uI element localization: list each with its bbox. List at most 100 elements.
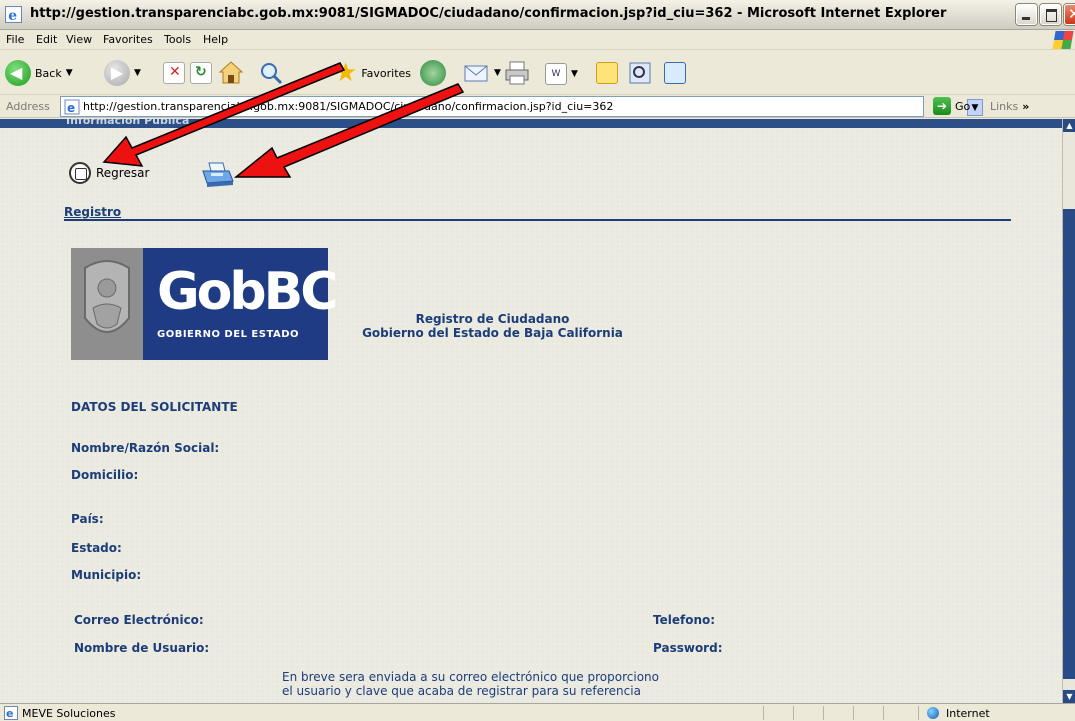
state-seal-icon bbox=[71, 248, 143, 360]
field-municipio: Municipio: bbox=[71, 568, 142, 582]
favorites-label: Favorites bbox=[361, 66, 412, 80]
edit-icon: W bbox=[545, 63, 567, 85]
page-content: Información Pública Regresar Registro Go… bbox=[0, 119, 1062, 703]
research-button[interactable] bbox=[627, 60, 653, 86]
toolbar: ◀ Back ▼ ▶ ▼ ✕ ↻ ★ Favorites ▼ W ▼ bbox=[0, 51, 1075, 95]
scroll-thumb[interactable] bbox=[1063, 209, 1075, 679]
back-button[interactable]: ◀ Back ▼ bbox=[5, 60, 73, 86]
favorites-button[interactable]: ★ Favorites bbox=[334, 60, 411, 86]
mail-button[interactable]: ▼ bbox=[464, 62, 501, 84]
status-divider bbox=[918, 706, 919, 720]
section-divider bbox=[64, 219, 1011, 221]
field-usuario: Nombre de Usuario: bbox=[74, 641, 210, 655]
printer-icon[interactable] bbox=[199, 161, 235, 189]
page-title: Registro de Ciudadano Gobierno del Estad… bbox=[360, 312, 625, 340]
minimize-button[interactable] bbox=[1016, 4, 1037, 25]
page-title-line1: Registro de Ciudadano bbox=[415, 312, 570, 326]
svg-text:e: e bbox=[67, 101, 75, 115]
stop-icon: ✕ bbox=[163, 62, 185, 84]
ie-page-icon: e bbox=[64, 99, 80, 115]
messenger-icon bbox=[664, 62, 686, 84]
notice-line2: el usuario y clave que acaba de registra… bbox=[282, 684, 641, 698]
status-divider bbox=[763, 706, 764, 720]
status-divider bbox=[793, 706, 794, 720]
field-nombre: Nombre/Razón Social: bbox=[71, 441, 220, 455]
menu-file[interactable]: File bbox=[6, 33, 24, 46]
forward-icon: ▶ bbox=[104, 60, 130, 86]
favorites-star-icon: ★ bbox=[334, 58, 358, 88]
menu-help[interactable]: Help bbox=[203, 33, 228, 46]
chevron-down-icon: ▼ bbox=[494, 68, 501, 78]
menu-edit[interactable]: Edit bbox=[36, 33, 57, 46]
section-header: Registro bbox=[64, 205, 122, 219]
back-icon: ◀ bbox=[5, 60, 31, 86]
address-url: http://gestion.transparenciabc.gob.mx:90… bbox=[83, 100, 614, 113]
logo-subtitle: GOBIERNO DEL ESTADO bbox=[157, 329, 300, 340]
field-telefono: Telefono: bbox=[653, 613, 716, 627]
page-title-line2: Gobierno del Estado de Baja California bbox=[362, 326, 623, 340]
status-divider bbox=[883, 706, 884, 720]
history-button[interactable] bbox=[420, 60, 446, 86]
field-estado: Estado: bbox=[71, 541, 122, 555]
field-pais: País: bbox=[71, 512, 104, 526]
maximize-button[interactable] bbox=[1040, 4, 1061, 25]
address-bar: Address e http://gestion.transparenciabc… bbox=[0, 95, 1075, 118]
search-icon bbox=[261, 63, 283, 85]
address-input[interactable]: e http://gestion.transparenciabc.gob.mx:… bbox=[60, 96, 983, 117]
links-label: Links bbox=[990, 100, 1019, 113]
back-label: Back bbox=[35, 66, 62, 80]
regresar-button[interactable]: Regresar bbox=[69, 162, 149, 184]
home-icon bbox=[218, 61, 244, 84]
print-icon bbox=[505, 61, 529, 85]
svg-text:e: e bbox=[6, 707, 13, 720]
ie-window: e http://gestion.transparenciabc.gob.mx:… bbox=[0, 0, 1075, 721]
close-button[interactable] bbox=[1064, 4, 1075, 25]
regresar-label: Regresar bbox=[96, 166, 150, 180]
research-icon bbox=[629, 62, 651, 84]
discuss-icon bbox=[596, 62, 618, 84]
field-domicilio: Domicilio: bbox=[71, 468, 139, 482]
svg-text:e: e bbox=[8, 8, 17, 23]
datos-header: DATOS DEL SOLICITANTE bbox=[71, 400, 238, 414]
page-top-strip: Información Pública bbox=[0, 119, 1062, 128]
messenger-button[interactable] bbox=[664, 62, 686, 84]
ie-icon: e bbox=[5, 6, 22, 23]
menu-view[interactable]: View bbox=[66, 33, 92, 46]
stop-button[interactable]: ✕ bbox=[163, 62, 185, 84]
menu-favorites[interactable]: Favorites bbox=[103, 33, 153, 46]
mail-icon bbox=[464, 65, 488, 82]
vertical-scrollbar[interactable]: ▲ ▼ bbox=[1062, 119, 1075, 703]
scroll-down-icon[interactable]: ▼ bbox=[1063, 690, 1075, 703]
confirmation-notice: En breve sera enviada a su correo electr… bbox=[282, 670, 659, 698]
logo-brand: GobBC bbox=[157, 262, 338, 322]
regresar-icon bbox=[69, 162, 91, 184]
history-icon bbox=[420, 60, 446, 86]
address-label: Address bbox=[6, 100, 50, 113]
chevron-down-icon: ▼ bbox=[65, 68, 73, 78]
chevron-down-icon: ▼ bbox=[571, 69, 578, 79]
status-divider bbox=[823, 706, 824, 720]
chevron-down-icon: ▼ bbox=[134, 68, 141, 78]
search-button[interactable] bbox=[258, 60, 284, 86]
window-title: http://gestion.transparenciabc.gob.mx:90… bbox=[30, 6, 947, 21]
print-button[interactable] bbox=[504, 61, 530, 85]
chevron-right-icon: » bbox=[1022, 100, 1030, 113]
title-bar: e http://gestion.transparenciabc.gob.mx:… bbox=[0, 0, 1075, 30]
field-correo: Correo Electrónico: bbox=[74, 613, 204, 627]
refresh-icon: ↻ bbox=[190, 62, 212, 84]
forward-button[interactable]: ▶ ▼ bbox=[104, 60, 141, 86]
edit-button[interactable]: W ▼ bbox=[545, 63, 578, 85]
go-label: Go bbox=[955, 99, 971, 113]
security-zone: Internet bbox=[946, 707, 990, 720]
go-arrow-icon: ➔ bbox=[933, 97, 951, 115]
ie-page-icon: e bbox=[4, 706, 18, 720]
go-button[interactable]: ➔ Go bbox=[933, 97, 970, 115]
page-top-strip-text: Información Pública bbox=[66, 119, 190, 127]
links-toolbar[interactable]: Links» bbox=[990, 100, 1029, 113]
scroll-up-icon[interactable]: ▲ bbox=[1063, 119, 1075, 132]
status-text: MEVE Soluciones bbox=[22, 707, 116, 720]
home-button[interactable] bbox=[218, 60, 244, 86]
refresh-button[interactable]: ↻ bbox=[190, 62, 212, 84]
menu-tools[interactable]: Tools bbox=[164, 33, 191, 46]
discuss-button[interactable] bbox=[596, 62, 618, 84]
